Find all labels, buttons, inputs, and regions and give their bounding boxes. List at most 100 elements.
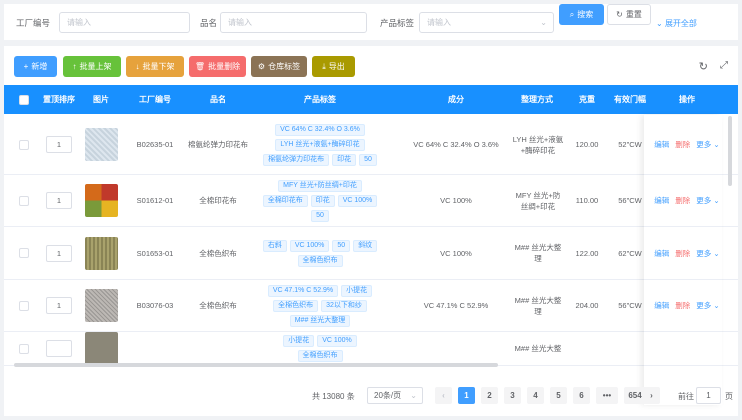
chevron-down-icon: ⌄ [410,391,417,400]
refresh-icon: ↻ [616,10,623,19]
more-label: 更多 [696,140,712,149]
col-sort: 置顶排序 [43,95,75,104]
delete-link[interactable]: 删除 [675,195,690,206]
fabric-thumbnail[interactable] [84,332,118,365]
col-finish: 整理方式 [521,95,553,104]
more-dropdown[interactable]: 更多 ⌄ [696,300,719,311]
goto-input[interactable]: 1 [696,387,721,404]
product-tag: 斜纹 [353,239,378,252]
page-button[interactable]: ••• [596,387,618,404]
edit-link[interactable]: 编辑 [654,139,669,150]
trash-icon: 🗑 [194,62,206,71]
sort-input[interactable] [46,340,72,357]
row-checkbox[interactable] [14,332,34,365]
table-row: 1 S01653-01 全棉色织布 右斜 VC 100% 50 斜纹 全棉色织布 VC … [4,227,738,280]
page-button[interactable]: 5 [550,387,567,404]
row-checkbox[interactable] [14,227,34,279]
sort-input[interactable]: 1 [46,244,72,262]
batch-delete-button[interactable]: 🗑 批量删除 [189,56,246,77]
composition: VC 100% [440,248,472,258]
select-all-checkbox[interactable] [14,85,34,114]
weight: 110.00 [575,196,599,205]
batch-up-button[interactable]: ↑ 批量上架 [63,56,121,77]
page-size-select[interactable]: 20条/页 ⌄ [367,387,423,404]
edit-link[interactable]: 编辑 [654,195,669,206]
col-image: 图片 [93,95,109,104]
weight: 122.00 [575,248,599,258]
horizontal-scrollbar[interactable] [14,363,498,367]
page-size-value: 20条/页 [374,391,402,400]
more-dropdown[interactable]: 更多 ⌄ [696,195,719,206]
table-row: 小提花 VC 100% 全棉色织布 M## 丝光大整 [4,332,738,366]
next-page-button[interactable]: › [643,387,660,404]
page-button[interactable]: 2 [481,387,498,404]
row-checkbox[interactable] [14,115,34,174]
page-button[interactable]: 6 [573,387,590,404]
delete-link[interactable]: 删除 [675,248,690,259]
weight: 204.00 [575,301,599,310]
product-tag: VC 100% [317,335,357,347]
chevron-down-icon: ⌄ [656,19,665,28]
effective-width [608,332,652,365]
more-dropdown[interactable]: 更多 ⌄ [696,248,719,259]
fullscreen-icon[interactable]: ⤢ [720,60,728,71]
fabric-thumbnail[interactable] [84,236,118,270]
col-code: 工厂编号 [139,95,171,104]
edit-link[interactable]: 编辑 [654,300,669,311]
batch-down-button[interactable]: ↓ 批量下架 [126,56,184,77]
fabric-thumbnail[interactable] [84,128,118,161]
factory-code-input[interactable]: 请输入 [59,12,190,33]
product-tag: 50 [359,153,377,166]
product-tags: 右斜 VC 100% 50 斜纹 全棉色织布 [260,239,380,267]
product-tag: 50 [311,209,329,222]
col-name: 品名 [210,95,226,104]
add-button[interactable]: + 新增 [14,56,57,77]
more-dropdown[interactable]: 更多 ⌄ [696,139,719,150]
reset-button-label: 重置 [625,10,642,19]
page-button[interactable]: 4 [527,387,544,404]
sort-input[interactable]: 1 [46,192,72,209]
product-tag: 32以下和纱 [321,299,367,312]
fabric-thumbnail[interactable] [84,184,118,217]
chevron-down-icon: ⌄ [540,18,547,27]
fabric-thumbnail[interactable] [84,289,118,322]
gear-icon: ⚙ [257,62,266,71]
product-name-input[interactable]: 请输入 [220,12,367,33]
search-button[interactable]: ⌕ 搜索 [559,4,604,25]
prev-page-button[interactable]: ‹ [435,387,452,404]
page-button[interactable]: 1 [458,387,475,404]
row-checkbox[interactable] [14,175,34,226]
col-composition: 成分 [448,95,464,104]
reset-button[interactable]: ↻ 重置 [607,4,651,25]
finish: MFY 丝光+防丝绸+印花 [515,190,561,211]
sort-input[interactable]: 1 [46,297,72,314]
page-button[interactable]: 3 [504,387,521,404]
edit-link[interactable]: 编辑 [654,248,669,259]
effective-width: 56"CW [618,196,642,205]
warehouse-tags-button[interactable]: ⚙ 仓库标签 [251,56,307,77]
product-tag: VC 100% [337,194,378,207]
tags-label: 产品标签 [380,18,415,28]
weight [570,332,604,365]
row-actions: 编辑 删除 更多 ⌄ [654,195,719,206]
vertical-scrollbar[interactable] [728,116,732,186]
plus-icon: + [23,62,29,71]
page-suffix: 页 [725,392,733,401]
tags-select[interactable]: 请输入 ⌄ [419,12,554,33]
main-panel: + 新增 ↑ 批量上架 ↓ 批量下架 🗑 批量删除 ⚙ 仓库标签 ⤓ 导出 ↻ ⤢ 置顶排序… [4,46,738,416]
sort-input[interactable]: 1 [46,136,72,153]
delete-link[interactable]: 删除 [675,139,690,150]
product-tag: VC 100% [289,239,330,252]
export-button[interactable]: ⤓ 导出 [312,56,355,77]
product-name: 全棉印花布 [199,196,237,205]
row-checkbox[interactable] [14,280,34,331]
delete-link[interactable]: 删除 [675,300,690,311]
refresh-icon[interactable]: ↻ [699,60,708,73]
chevron-down-icon: ⌄ [713,248,720,258]
finish: M## 丝光大整理 [514,243,562,263]
expand-all-link[interactable]: ⌄ 展开全部 [656,18,697,29]
goto-label: 前往 [678,392,694,401]
col-width: 有效门幅 [614,95,646,104]
table-row: 1 S01612-01 全棉印花布 MFY 丝光+防丝绸+印花 全棉印花布 印花 VC… [4,175,738,227]
total-count: 共 13080 条 [312,392,355,401]
